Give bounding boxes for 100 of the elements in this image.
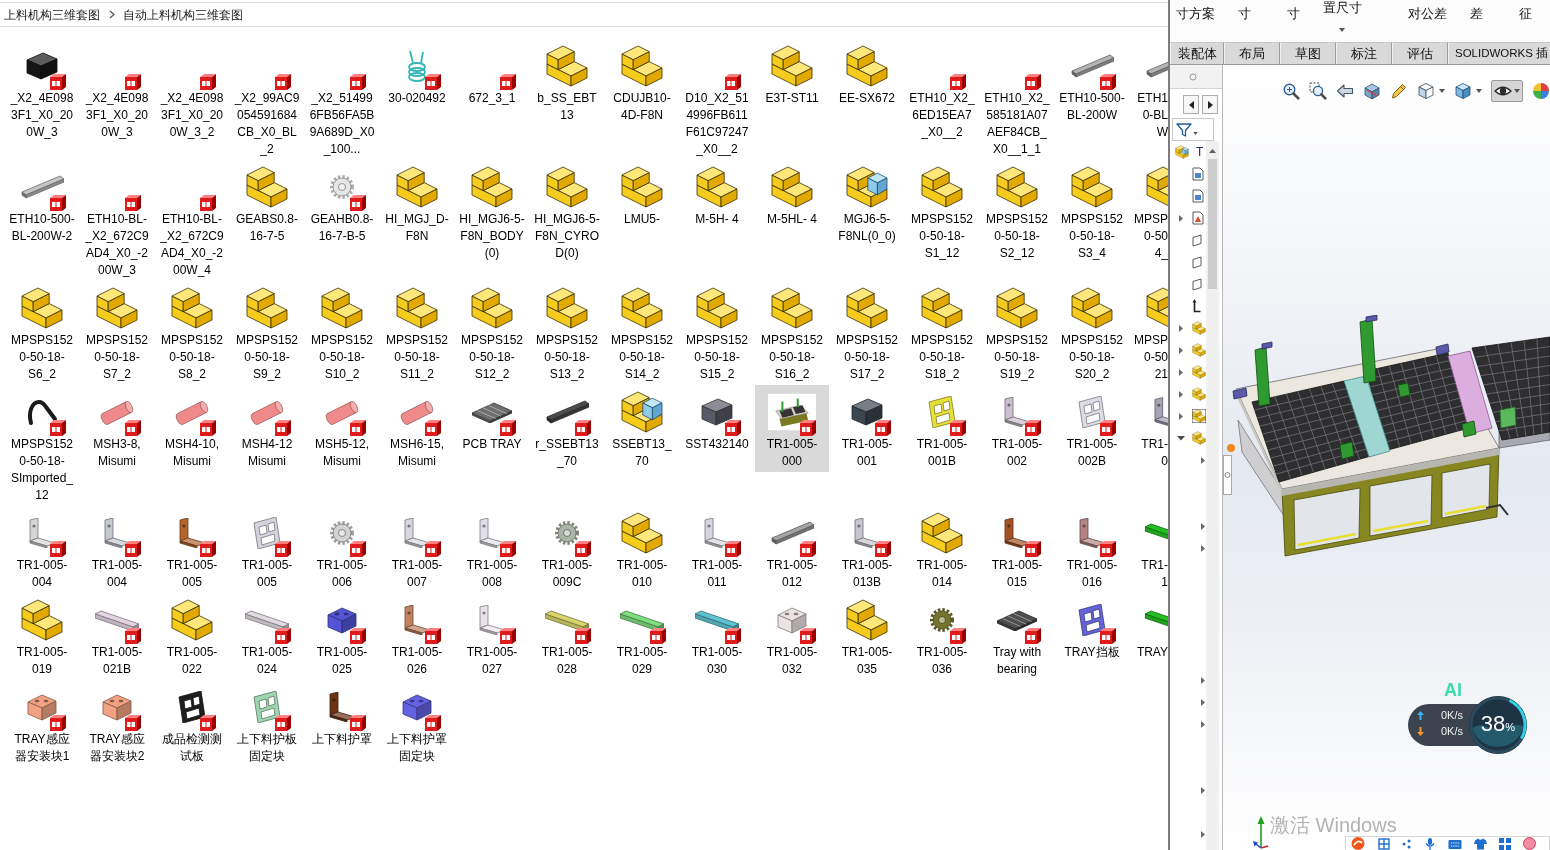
microphone-icon[interactable] xyxy=(1424,837,1436,850)
stepped-block-icon[interactable] xyxy=(1192,365,1206,379)
file-item[interactable]: GEABS0.8-16-7-5 xyxy=(230,160,304,247)
file-item[interactable]: MSH4-12 Misumi xyxy=(230,385,304,472)
file-item[interactable]: MPSPS1520-50-18-S1_12 xyxy=(905,160,979,264)
file-item[interactable]: ETH10_X2_585181A07AEF84CB_X0__1_1 xyxy=(980,39,1054,160)
cut-block-icon[interactable] xyxy=(1363,82,1381,100)
file-item[interactable]: MSH5-12, Misumi xyxy=(305,385,379,472)
expand-arrow-icon[interactable] xyxy=(1200,543,1206,553)
file-item[interactable]: SSEBT13_70 xyxy=(605,385,679,472)
breadcrumb-item[interactable]: 自动上料机构三维套图 xyxy=(123,6,243,23)
ribbon-button[interactable]: 寸 xyxy=(1269,0,1317,42)
file-item[interactable]: TR1-005-035 xyxy=(830,593,904,680)
ribbon-button[interactable]: 寸方案 xyxy=(1171,0,1219,42)
breadcrumb-item[interactable]: 上料机构三维套图 xyxy=(4,6,100,23)
file-item[interactable]: MPSPS1520-50-18-S13_2 xyxy=(530,281,604,385)
file-item[interactable]: _X2_4E0983F1_X0_200W_3_2 xyxy=(155,39,229,143)
file-item[interactable]: MPSPS1520-50-18-S17_2 xyxy=(830,281,904,385)
file-item[interactable]: MPSPS1520-50-18-S16_2 xyxy=(755,281,829,385)
tab[interactable]: SOLIDWORKS 插 xyxy=(1448,43,1550,64)
color-ball-icon[interactable] xyxy=(1532,82,1550,100)
expand-arrow-icon[interactable] xyxy=(1178,389,1184,399)
file-item[interactable]: TRAY感应器安装块1 xyxy=(5,680,79,767)
apps-icon[interactable] xyxy=(1499,837,1511,850)
file-item[interactable]: TR1-005-002B xyxy=(1055,385,1129,472)
file-item[interactable]: TR1- 1 xyxy=(1130,506,1168,593)
caret-icon[interactable] xyxy=(1439,89,1445,93)
ribbon-button[interactable]: 寸 xyxy=(1220,0,1268,42)
file-item[interactable]: 成品检测测试板 xyxy=(155,680,229,767)
plane-icon[interactable] xyxy=(1192,277,1202,291)
file-item[interactable]: PCB TRAY xyxy=(455,385,529,455)
file-item[interactable]: TR1-005-028 xyxy=(530,593,604,680)
tree-item[interactable]: T xyxy=(1170,141,1206,163)
file-item[interactable]: TR1-005-008 xyxy=(455,506,529,593)
file-item[interactable]: M-5H- 4 xyxy=(680,160,754,230)
file-item[interactable]: TR1-005-011 xyxy=(680,506,754,593)
file-item[interactable]: TR1-005-012 xyxy=(755,506,829,593)
file-item[interactable]: TR1-005-009C xyxy=(530,506,604,593)
magnifier-icon[interactable] xyxy=(1282,82,1300,100)
stepped-block-icon[interactable] xyxy=(1192,431,1206,445)
file-item[interactable]: MPSPS1520-50-18-S2_12 xyxy=(980,160,1054,264)
file-item[interactable]: HI_MGJ_D-F8N xyxy=(380,160,454,247)
file-item[interactable]: TR1-005-001 xyxy=(830,385,904,472)
file-item[interactable]: TR1-005-019 xyxy=(5,593,79,680)
filter-button[interactable] xyxy=(1172,118,1214,141)
plane-icon[interactable] xyxy=(1192,233,1202,247)
file-item[interactable]: MPSPS1520-50-18-S7_2 xyxy=(80,281,154,385)
file-item[interactable]: D10_X2_514996FB611F61C97247_X0__2 xyxy=(680,39,754,160)
file-item[interactable]: MPSPS1520-50-18-S14_2 xyxy=(605,281,679,385)
file-item[interactable]: MPSPS1520-50-18-S18_2 xyxy=(905,281,979,385)
file-item[interactable]: TR1-005-016 xyxy=(1055,506,1129,593)
file-item[interactable]: MPSPS1520-50-18-S20_2 xyxy=(1055,281,1129,385)
expand-arrow-icon[interactable] xyxy=(1200,697,1206,707)
scrollbar[interactable] xyxy=(1206,141,1219,850)
tab[interactable]: 评估 xyxy=(1392,43,1448,64)
file-item[interactable]: 上下料护板固定块 xyxy=(230,680,304,767)
file-item[interactable]: MSH3-8, Misumi xyxy=(80,385,154,472)
file-item[interactable]: TR1-005-007 xyxy=(380,506,454,593)
axis-origin-icon[interactable] xyxy=(1192,299,1201,313)
file-item[interactable]: MPSPS1520-50-18-S3_4 xyxy=(1055,160,1129,264)
ribbon-button[interactable]: 差 xyxy=(1452,0,1500,42)
file-item[interactable]: MPSPS1520-50-18-SImported_12 xyxy=(5,385,79,506)
file-item[interactable]: TR1-005-026 xyxy=(380,593,454,680)
document-icon[interactable] xyxy=(1192,189,1204,203)
file-item[interactable]: TRAY感应器安装块2 xyxy=(80,680,154,767)
document-icon[interactable] xyxy=(1192,167,1204,181)
scroll-up-icon[interactable] xyxy=(1209,149,1216,153)
expand-arrow-icon[interactable] xyxy=(1200,455,1206,465)
file-item[interactable]: ETH1 0-BL W xyxy=(1130,39,1168,143)
file-item[interactable]: 30-020492 xyxy=(380,39,454,109)
file-item[interactable]: MPSPS1520-50-18-S11_2 xyxy=(380,281,454,385)
expand-arrow-icon[interactable] xyxy=(1178,411,1184,421)
expand-arrow-icon[interactable] xyxy=(1178,213,1184,223)
file-item[interactable]: TR1-005-013B xyxy=(830,506,904,593)
caret-icon[interactable] xyxy=(1339,28,1345,32)
file-item[interactable]: _X2_4E0983F1_X0_200W_3 xyxy=(80,39,154,143)
file-item[interactable]: TR1-005-002 xyxy=(980,385,1054,472)
grid-icon[interactable] xyxy=(1378,837,1390,850)
expand-arrow-icon[interactable] xyxy=(1200,829,1206,839)
file-item[interactable]: MSH6-15, Misumi xyxy=(380,385,454,472)
file-item[interactable]: TR1-005-029 xyxy=(605,593,679,680)
file-item[interactable]: TR1-005-015 xyxy=(980,506,1054,593)
caret-icon[interactable] xyxy=(1476,89,1482,93)
file-item[interactable]: TR1-005-010 xyxy=(605,506,679,593)
file-item[interactable]: MPSPS1520-50-18-S12_2 xyxy=(455,281,529,385)
tab[interactable]: 草图 xyxy=(1280,43,1336,64)
file-item[interactable]: _X2_514996FB56FA5B9A689D_X0_100... xyxy=(305,39,379,160)
file-item[interactable]: TR1- 0 xyxy=(1130,385,1168,472)
stepped-block-icon[interactable] xyxy=(1192,343,1206,357)
file-item[interactable]: MPSPS1520-50-18-S9_2 xyxy=(230,281,304,385)
file-item[interactable]: _X2_4E0983F1_X0_200W_3 xyxy=(5,39,79,143)
avatar-icon[interactable] xyxy=(1523,837,1536,850)
toggle-button[interactable] xyxy=(1491,80,1523,102)
file-item[interactable]: MPSPS1520-50-18-S19_2 xyxy=(980,281,1054,385)
expand-arrow-icon[interactable] xyxy=(1200,785,1206,795)
file-item[interactable]: EE-SX672 xyxy=(830,39,904,109)
plane-icon[interactable] xyxy=(1192,255,1202,269)
file-item[interactable]: TR1-005-001B xyxy=(905,385,979,472)
file-item[interactable]: r_SSEBT13_70 xyxy=(530,385,604,472)
expand-arrow-icon[interactable] xyxy=(1200,719,1206,729)
